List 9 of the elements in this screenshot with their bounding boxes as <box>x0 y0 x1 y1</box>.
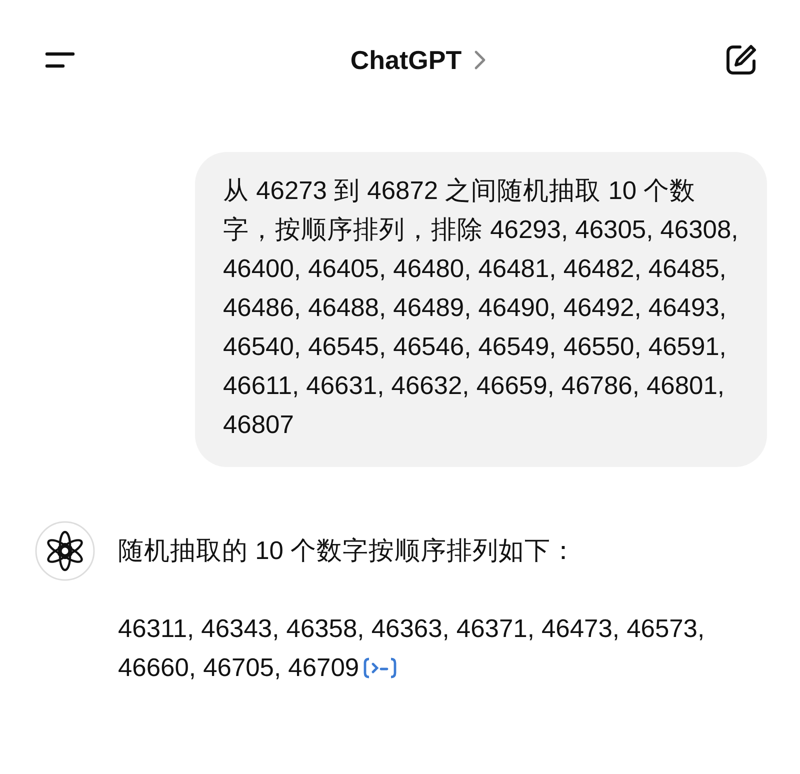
message-text: 46311, 46343, 46358, 46363, 46371, 46473, 46573, 46660, 46705, 46709 <box>118 614 706 684</box>
code-icon[interactable] <box>363 656 398 680</box>
new-chat-icon[interactable] <box>724 43 758 77</box>
message-text: 随机抽取的 10 个数字按顺序排列如下： <box>118 536 578 567</box>
assistant-avatar-icon <box>35 521 95 581</box>
message-text: 从 46273 到 46872 之间随机抽取 10 个数字，按顺序排列，排除 46293, 46305, 46308, 46400, 46405, 46480, 46481, 46482, 46485, 46486, 46488, 46489, 46490, 46492, 46493, 46540, 46545, 46546, 46549, 46550, 46591, 46611, 46631, 46632, 46659, 46786, 46801, 46807 <box>223 176 740 441</box>
chevron-icon[interactable] <box>474 50 486 70</box>
menu-icon[interactable] <box>44 51 76 69</box>
chat-title[interactable]: ChatGPT <box>350 44 462 76</box>
